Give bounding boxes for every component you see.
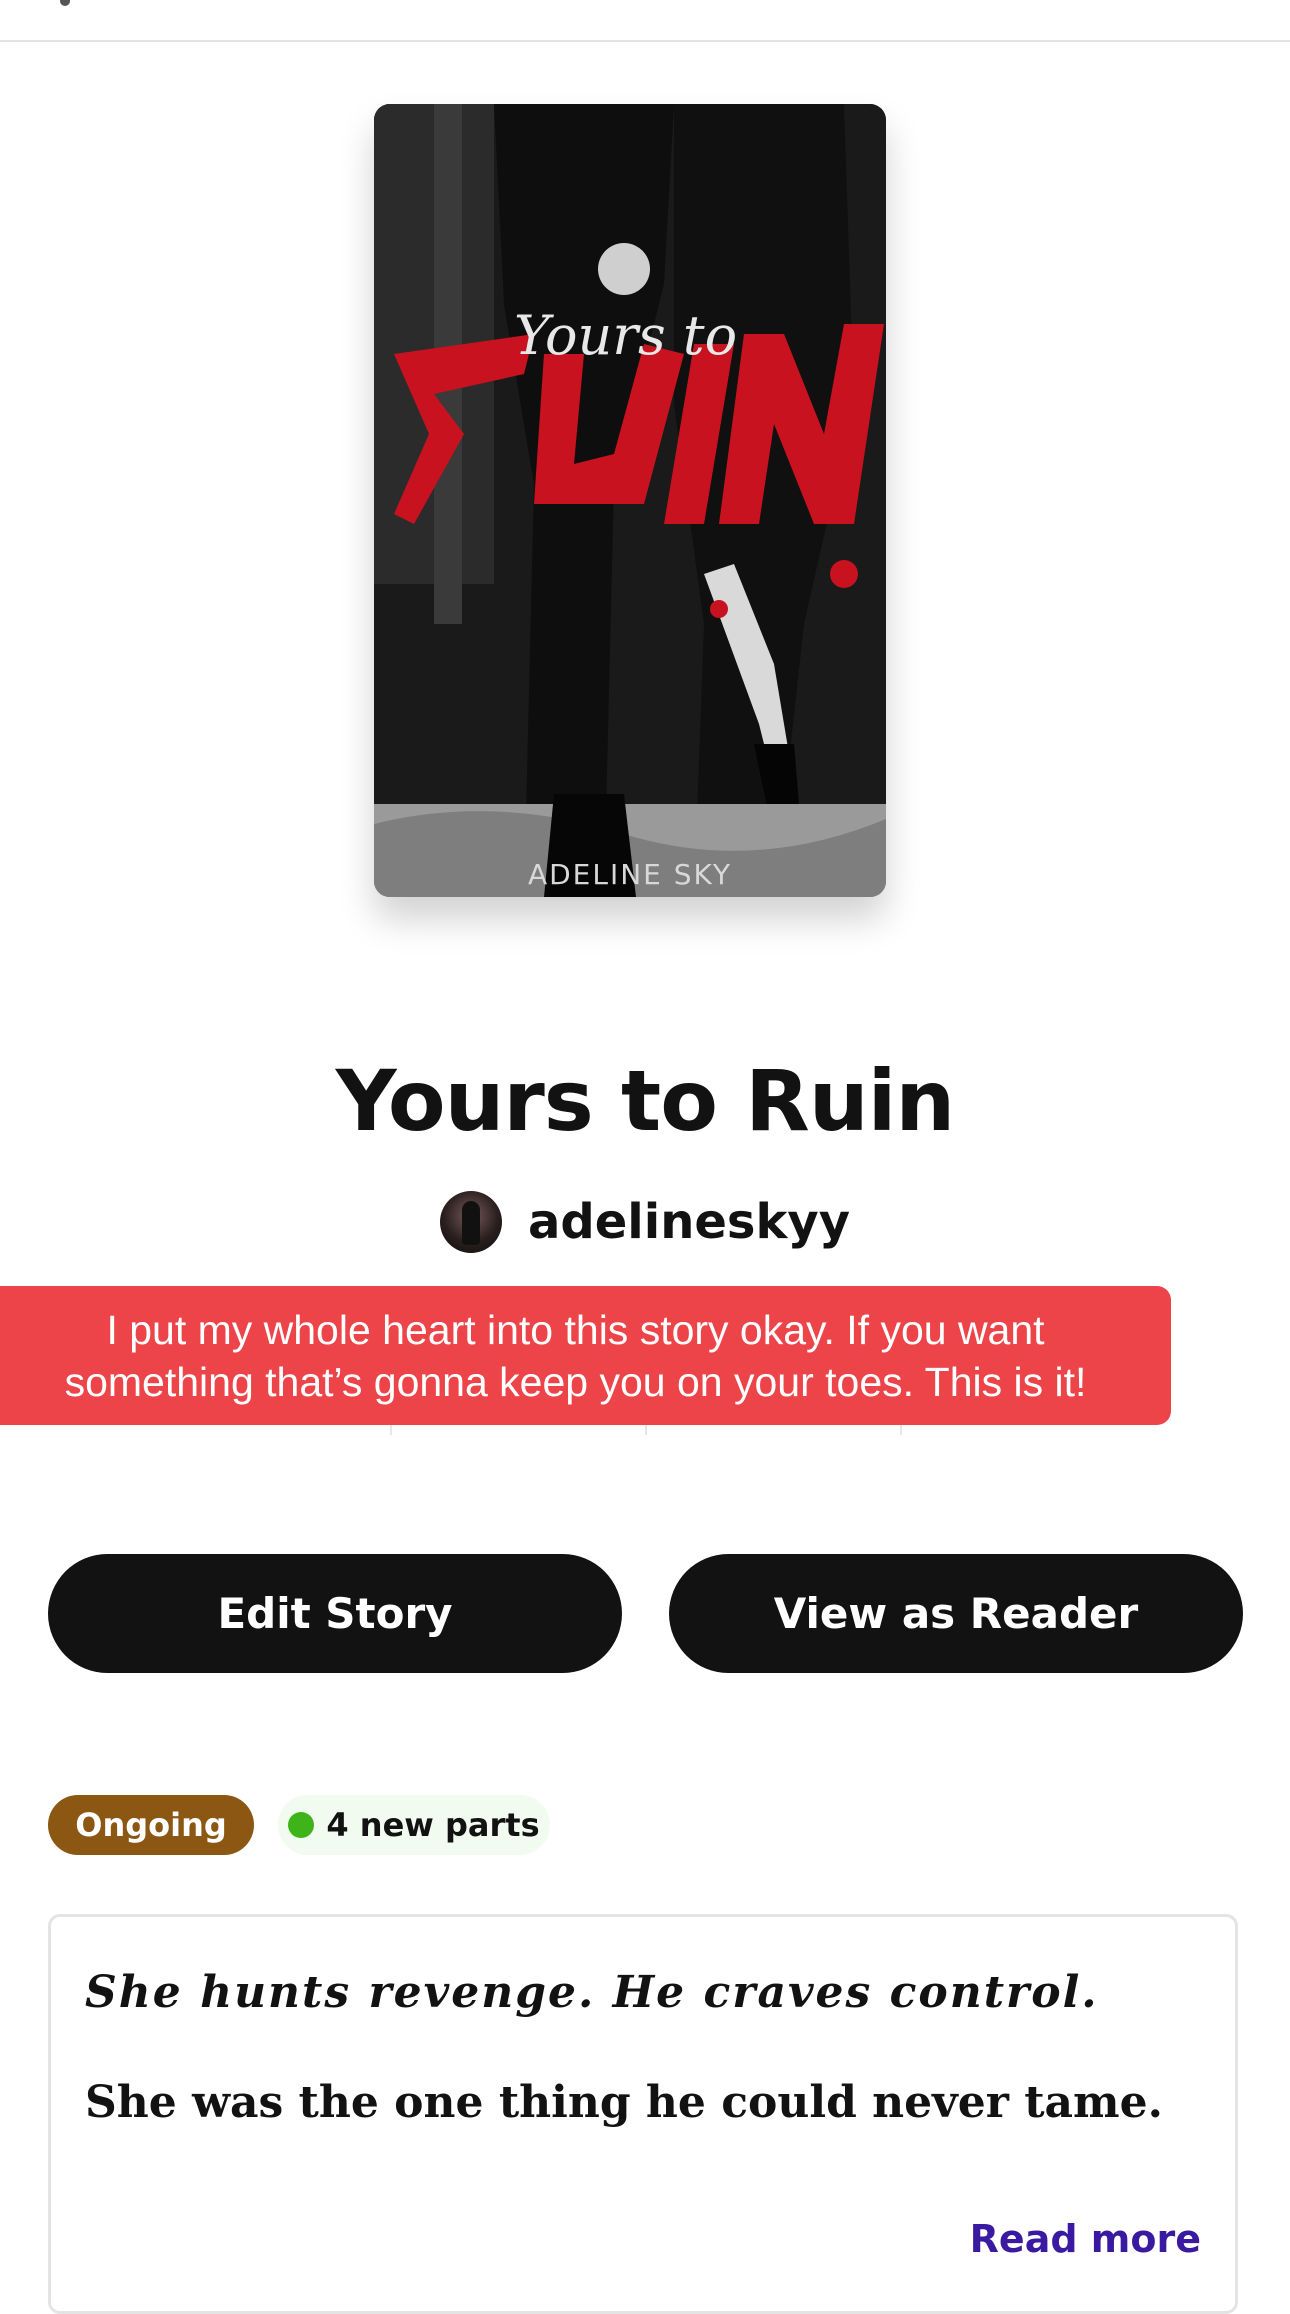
banner-line-1: I put my whole heart into this story oka… bbox=[106, 1306, 1045, 1353]
author-avatar[interactable] bbox=[439, 1191, 502, 1253]
story-note-banner: I put my whole heart into this story oka… bbox=[0, 1286, 1171, 1425]
top-edge-glyph bbox=[60, 0, 70, 6]
read-more-link[interactable]: Read more bbox=[970, 2217, 1201, 2261]
banner-line-2: something that’s gonna keep you on your … bbox=[64, 1358, 1087, 1405]
story-cover-image[interactable]: Yours to ADELINE SKY bbox=[374, 104, 886, 897]
story-description-card: She hunts revenge. He craves control. Sh… bbox=[48, 1914, 1238, 2314]
edit-story-button[interactable]: Edit Story bbox=[48, 1554, 622, 1673]
view-as-reader-button[interactable]: View as Reader bbox=[669, 1554, 1243, 1673]
svg-text:Yours to: Yours to bbox=[514, 304, 737, 367]
story-title: Yours to Ruin bbox=[335, 1052, 955, 1150]
description-tagline: She hunts revenge. He craves control. bbox=[85, 1967, 1099, 2018]
new-indicator-dot-icon bbox=[288, 1812, 315, 1838]
svg-text:ADELINE SKY: ADELINE SKY bbox=[528, 858, 732, 891]
description-text: She was the one thing he could never tam… bbox=[85, 2077, 1163, 2128]
header-divider bbox=[0, 40, 1290, 42]
ongoing-badge: Ongoing bbox=[48, 1795, 254, 1855]
author-link[interactable]: adelineskyy bbox=[0, 1190, 1290, 1254]
new-parts-badge: 4 new parts bbox=[278, 1795, 550, 1855]
author-name[interactable]: adelineskyy bbox=[528, 1194, 850, 1250]
new-parts-label: 4 new parts bbox=[326, 1806, 540, 1844]
cover-artwork: Yours to ADELINE SKY bbox=[374, 104, 886, 897]
